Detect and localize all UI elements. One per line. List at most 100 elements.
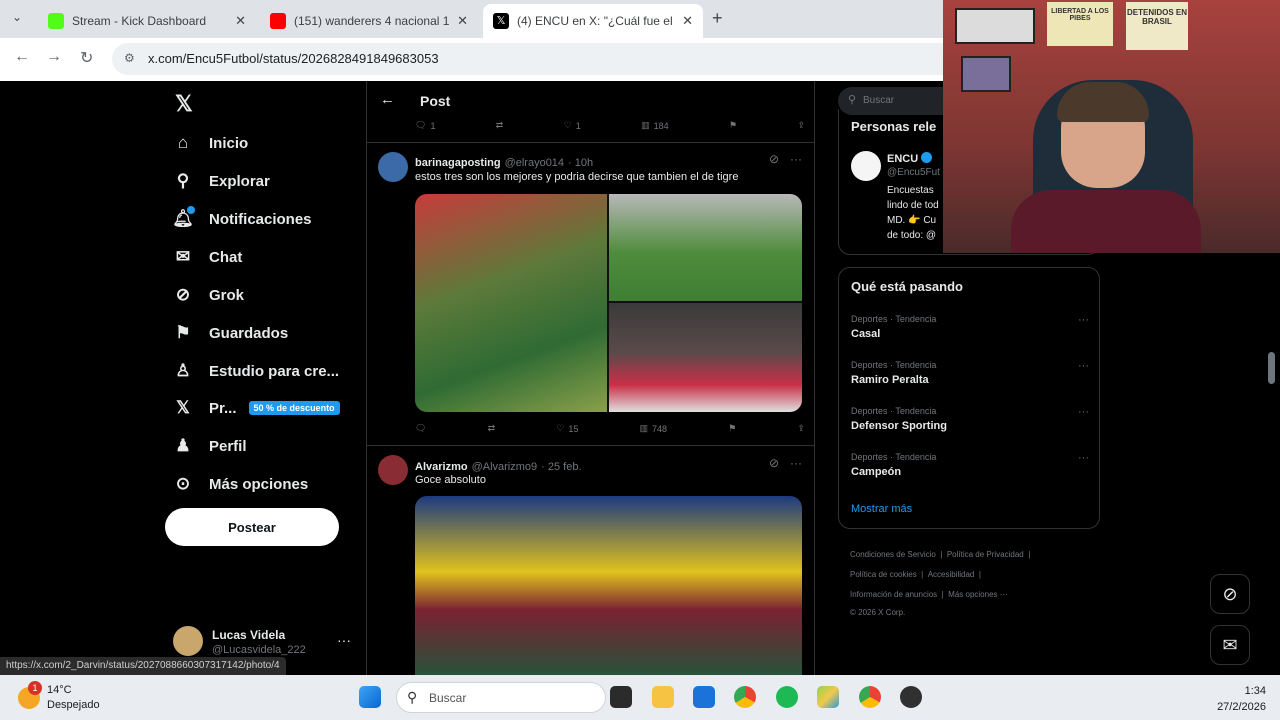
trend-item[interactable]: Deportes · Tendencia Campeón ··· — [851, 452, 1089, 478]
messages-float-button[interactable]: ✉ — [1210, 625, 1250, 665]
status-link-preview: https://x.com/2_Darvin/status/2027088660… — [0, 657, 286, 675]
footer-link-privacy[interactable]: Política de Privacidad — [947, 550, 1024, 559]
more-icon[interactable]: ··· — [1078, 314, 1089, 326]
sidebar-item-explorar[interactable]: ⚲ Explorar — [173, 171, 270, 191]
tweet-author-handle[interactable]: @Alvarizmo9 — [472, 461, 538, 473]
chrome-active-icon[interactable] — [859, 686, 881, 708]
close-icon[interactable]: ✕ — [682, 13, 693, 29]
weather-widget[interactable]: 1 14°C Despejado — [18, 681, 128, 715]
tweet-author-name[interactable]: barinagaposting — [415, 157, 501, 169]
sidebar-item-estudio[interactable]: ♙ Estudio para cre... — [173, 361, 339, 381]
like-button[interactable]: ♡ 1 — [564, 120, 581, 131]
user-name[interactable]: ENCU — [887, 152, 933, 165]
tweet-photo-3[interactable] — [609, 303, 802, 412]
footer-link-terms[interactable]: Condiciones de Servicio — [850, 550, 936, 559]
task-view-icon[interactable] — [610, 686, 632, 708]
share-button[interactable]: ⇪ — [797, 423, 805, 434]
repost-button[interactable]: ⇄ — [496, 120, 504, 131]
account-name: Lucas Videla — [212, 628, 286, 642]
trend-item[interactable]: Deportes · Tendencia Casal ··· — [851, 314, 1089, 340]
forward-icon[interactable]: → — [46, 48, 62, 66]
chrome-icon[interactable] — [734, 686, 756, 708]
reload-icon[interactable]: ↻ — [80, 48, 93, 68]
tweet-photo[interactable] — [415, 496, 802, 675]
tab-kick-dashboard[interactable]: Stream - Kick Dashboard ✕ — [38, 4, 256, 38]
url-input[interactable]: ⚙ x.com/Encu5Futbol/status/2026828491849… — [112, 43, 1052, 75]
tab-x-post[interactable]: 𝕏 (4) ENCU en X: "¿Cuál fue el "H... ✕ — [483, 4, 703, 38]
like-button[interactable]: ♡ 15 — [556, 423, 578, 434]
scrollbar[interactable] — [1268, 352, 1275, 384]
avatar[interactable] — [378, 152, 408, 182]
views-button[interactable]: ▥ 748 — [640, 423, 668, 434]
back-arrow-icon[interactable]: ← — [380, 91, 395, 108]
avatar[interactable] — [851, 151, 881, 181]
more-circle-icon: ⊙ — [175, 474, 191, 493]
post-button[interactable]: Postear — [165, 508, 339, 546]
share-button[interactable]: ⇪ — [797, 120, 805, 131]
bluestacks-icon[interactable] — [817, 686, 839, 708]
repost-button[interactable]: ⇄ — [488, 423, 496, 434]
search-icon: ⚲ — [848, 94, 857, 106]
more-icon[interactable]: ··· — [337, 632, 351, 648]
tweet[interactable]: barinagaposting @elrayo014 · 10h ⊘ ··· est… — [367, 143, 814, 445]
trend-item[interactable]: Deportes · Tendencia Defensor Sporting ·… — [851, 406, 1089, 432]
back-icon[interactable]: ← — [14, 48, 30, 66]
more-icon[interactable]: ··· — [1078, 452, 1089, 464]
tab-search-dropdown[interactable]: ⌄ — [12, 10, 22, 24]
x-logo-icon[interactable]: 𝕏 — [175, 91, 193, 117]
bookmark-button[interactable]: ⚑ — [728, 423, 736, 434]
tweet-photo-1[interactable] — [415, 194, 607, 412]
new-tab-button[interactable]: + — [712, 8, 723, 29]
clock[interactable]: 1:34 27/2/2026 — [1196, 683, 1266, 715]
footer-link-more[interactable]: Más opciones ··· — [948, 590, 1008, 599]
views-button[interactable]: ▥ 184 — [641, 120, 669, 131]
tweet-timestamp[interactable]: · 10h — [568, 157, 593, 169]
tweet-timestamp[interactable]: · 25 feb. — [541, 461, 581, 473]
grok-float-button[interactable]: ⊘ — [1210, 574, 1250, 614]
tab-youtube[interactable]: (151) wanderers 4 nacional 1 - Y ✕ — [260, 4, 478, 38]
sidebar-item-perfil[interactable]: ♟ Perfil — [173, 436, 246, 456]
footer-link-ads-info[interactable]: Información de anuncios — [850, 590, 937, 599]
show-more-link[interactable]: Mostrar más — [851, 503, 912, 515]
avatar[interactable] — [378, 455, 408, 485]
footer-link-accessibility[interactable]: Accesibilidad — [928, 570, 975, 579]
tweet-author-name[interactable]: Alvarizmo — [415, 461, 468, 473]
tweet-text: Goce absoluto — [415, 474, 486, 486]
more-icon[interactable]: ··· — [1078, 360, 1089, 372]
avatar — [173, 626, 203, 656]
grok-icon[interactable]: ⊘ — [769, 456, 779, 470]
grok-icon[interactable]: ⊘ — [769, 152, 779, 166]
taskbar-search[interactable]: ⚲ Buscar — [396, 682, 606, 713]
sidebar-item-premium[interactable]: 𝕏 Pr... 50 % de descuento — [173, 398, 340, 418]
footer-link-cookies[interactable]: Política de cookies — [850, 570, 917, 579]
trends-card: Qué está pasando Deportes · Tendencia Ca… — [838, 267, 1100, 529]
sidebar-item-guardados[interactable]: ⚑ Guardados — [173, 323, 288, 343]
sidebar-item-grok[interactable]: ⊘ Grok — [173, 285, 244, 305]
bookmark-button[interactable]: ⚑ — [729, 120, 737, 131]
tweet-author-handle[interactable]: @elrayo014 — [505, 157, 564, 169]
tweet-header: Alvarizmo @Alvarizmo9 · 25 feb. — [415, 457, 582, 475]
tweet-photo-2[interactable] — [609, 194, 802, 301]
reply-button[interactable]: 🗨︎ — [415, 423, 426, 434]
file-explorer-icon[interactable] — [652, 686, 674, 708]
obs-icon[interactable] — [900, 686, 922, 708]
trend-item[interactable]: Deportes · Tendencia Ramiro Peralta ··· — [851, 360, 1089, 386]
close-icon[interactable]: ✕ — [457, 13, 468, 29]
tweet-text: estos tres son los mejores y podria deci… — [415, 171, 739, 183]
windows-start-icon[interactable] — [359, 686, 381, 708]
more-icon[interactable]: ··· — [790, 152, 802, 166]
tweet[interactable]: Alvarizmo @Alvarizmo9 · 25 feb. ⊘ ··· Goce… — [367, 446, 814, 675]
spotify-icon[interactable] — [776, 686, 798, 708]
close-icon[interactable]: ✕ — [235, 13, 246, 29]
relevant-people-title: Personas rele — [851, 119, 937, 134]
reply-button[interactable]: 🗨︎ 1 — [415, 120, 435, 131]
more-icon[interactable]: ··· — [1078, 406, 1089, 418]
sidebar-item-inicio[interactable]: ⌂ Inicio — [173, 133, 248, 153]
sidebar-item-notificaciones[interactable]: 🔔︎ Notificaciones — [172, 206, 312, 229]
user-handle: @Encu5Fut — [887, 167, 940, 178]
sidebar-item-chat[interactable]: ✉ Chat — [173, 247, 242, 267]
outlook-icon[interactable] — [693, 686, 715, 708]
sidebar-item-mas-opciones[interactable]: ⊙ Más opciones — [173, 474, 308, 494]
more-icon[interactable]: ··· — [790, 456, 802, 470]
site-info-icon[interactable]: ⚙ — [124, 51, 135, 65]
